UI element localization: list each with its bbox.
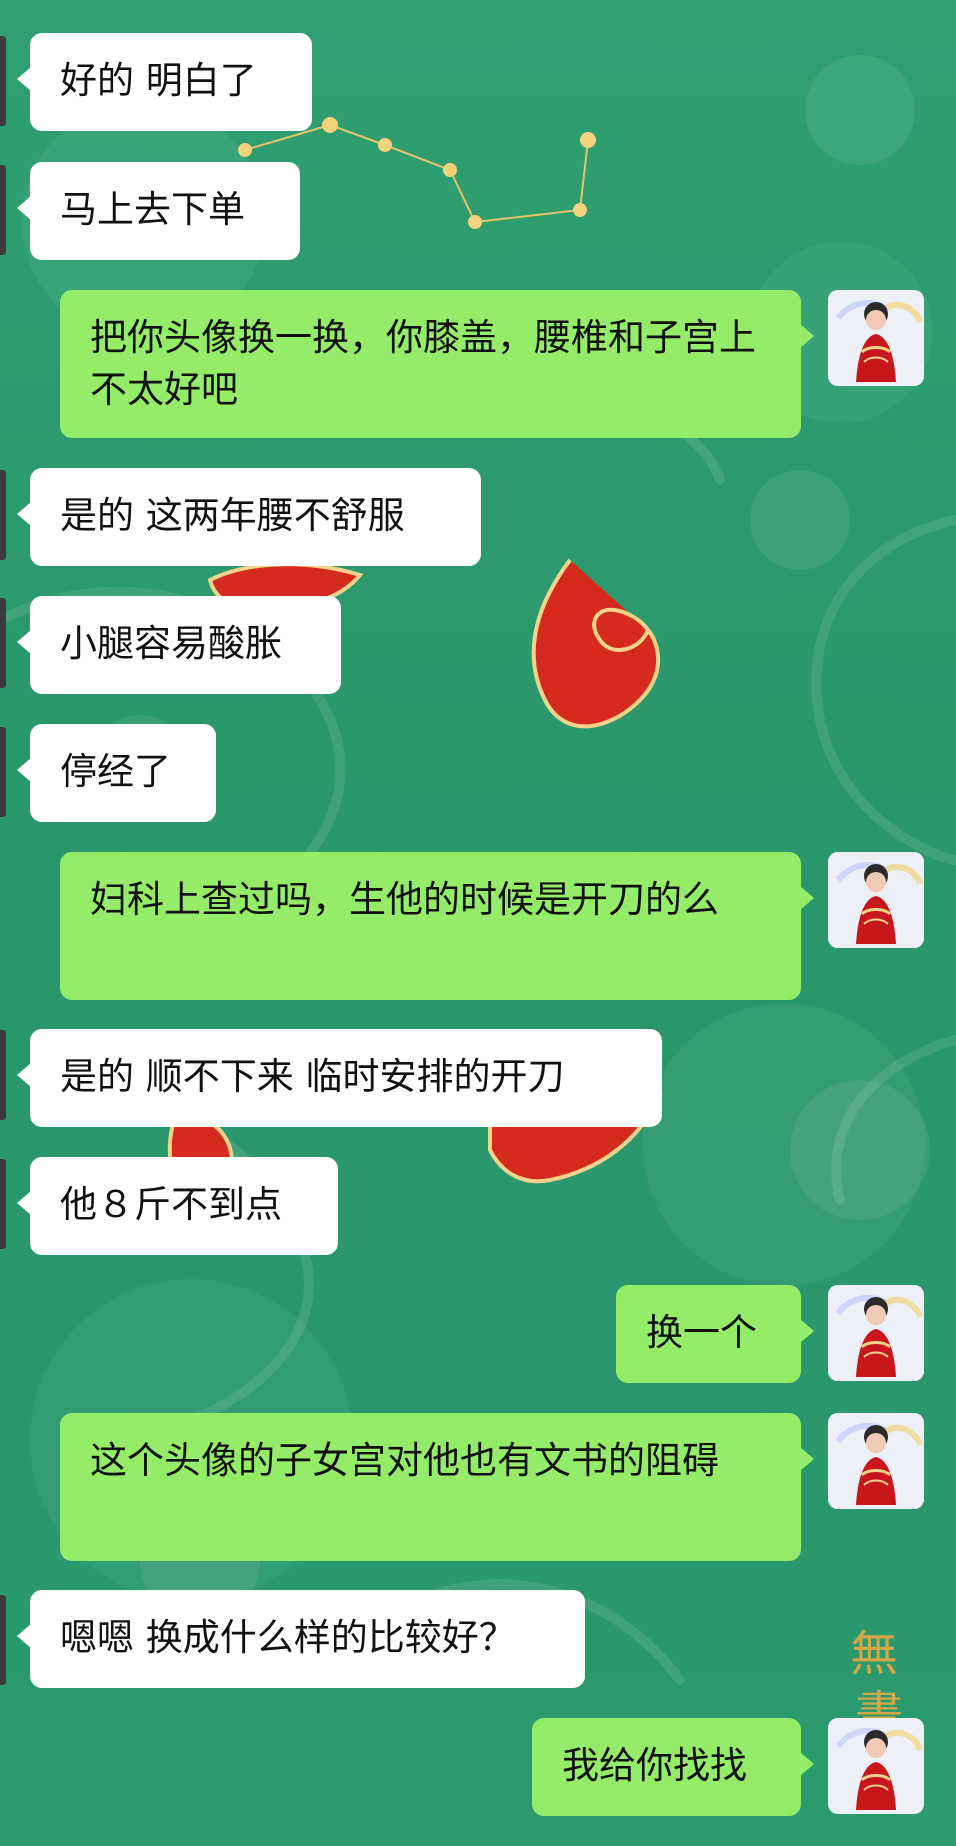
- contact-avatar-icon[interactable]: [0, 727, 6, 817]
- message-bubble-incoming[interactable]: 是的 顺不下来 临时安排的开刀: [17, 1029, 662, 1127]
- message-text: 好的 明白了: [60, 59, 257, 102]
- contact-avatar-icon[interactable]: [0, 1159, 6, 1249]
- message-bubble-incoming[interactable]: 停经了: [17, 724, 216, 822]
- woman-in-red-robe-avatar-icon[interactable]: [828, 852, 924, 948]
- message-text: 妇科上查过吗，生他的时候是开刀的么: [90, 878, 719, 921]
- contact-avatar-icon[interactable]: [0, 1595, 6, 1685]
- woman-in-red-robe-avatar-icon[interactable]: [828, 290, 924, 386]
- message-bubble-incoming[interactable]: 好的 明白了: [17, 33, 312, 131]
- message-bubble-outgoing[interactable]: 我给你找找: [532, 1718, 814, 1816]
- message-bubble-incoming[interactable]: 小腿容易酸胀: [17, 596, 341, 694]
- message-text: 我给你找找: [562, 1744, 747, 1787]
- contact-avatar-icon[interactable]: [0, 165, 6, 255]
- message-text: 是的 顺不下来 临时安排的开刀: [60, 1055, 565, 1098]
- message-bubble-outgoing[interactable]: 这个头像的子女宫对他也有文书的阻碍: [60, 1413, 814, 1561]
- contact-avatar-icon[interactable]: [0, 36, 6, 126]
- message-bubble-incoming[interactable]: 他８斤不到点: [17, 1157, 338, 1255]
- message-text: 这个头像的子女宫对他也有文书的阻碍: [90, 1439, 719, 1482]
- message-bubble-incoming[interactable]: 马上去下单: [17, 162, 300, 260]
- message-text: 嗯嗯 换成什么样的比较好？: [60, 1616, 516, 1659]
- message-text: 是的 这两年腰不舒服: [60, 494, 405, 537]
- message-bubble-outgoing[interactable]: 妇科上查过吗，生他的时候是开刀的么: [60, 852, 814, 1000]
- woman-in-red-robe-avatar-icon[interactable]: [828, 1413, 924, 1509]
- message-text: 换一个: [646, 1311, 757, 1354]
- message-text: 他８斤不到点: [60, 1183, 282, 1226]
- message-bubble-incoming[interactable]: 是的 这两年腰不舒服: [17, 468, 481, 566]
- message-text: 小腿容易酸胀: [60, 622, 282, 665]
- svg-text:無: 無: [850, 1626, 898, 1682]
- message-bubble-outgoing[interactable]: 把你头像换一换，你膝盖，腰椎和子宫上不太好吧: [60, 290, 814, 438]
- message-text: 停经了: [60, 750, 171, 793]
- woman-in-red-robe-avatar-icon[interactable]: [828, 1285, 924, 1381]
- contact-avatar-icon[interactable]: [0, 1030, 6, 1120]
- contact-avatar-icon[interactable]: [0, 470, 6, 560]
- message-text: 马上去下单: [60, 188, 245, 231]
- message-text: 把你头像换一换，你膝盖，腰椎和子宫上不太好吧: [90, 316, 756, 411]
- message-bubble-incoming[interactable]: 嗯嗯 换成什么样的比较好？: [17, 1590, 585, 1688]
- contact-avatar-icon[interactable]: [0, 598, 6, 688]
- woman-in-red-robe-avatar-icon[interactable]: [828, 1718, 924, 1814]
- message-bubble-outgoing[interactable]: 换一个: [616, 1285, 814, 1383]
